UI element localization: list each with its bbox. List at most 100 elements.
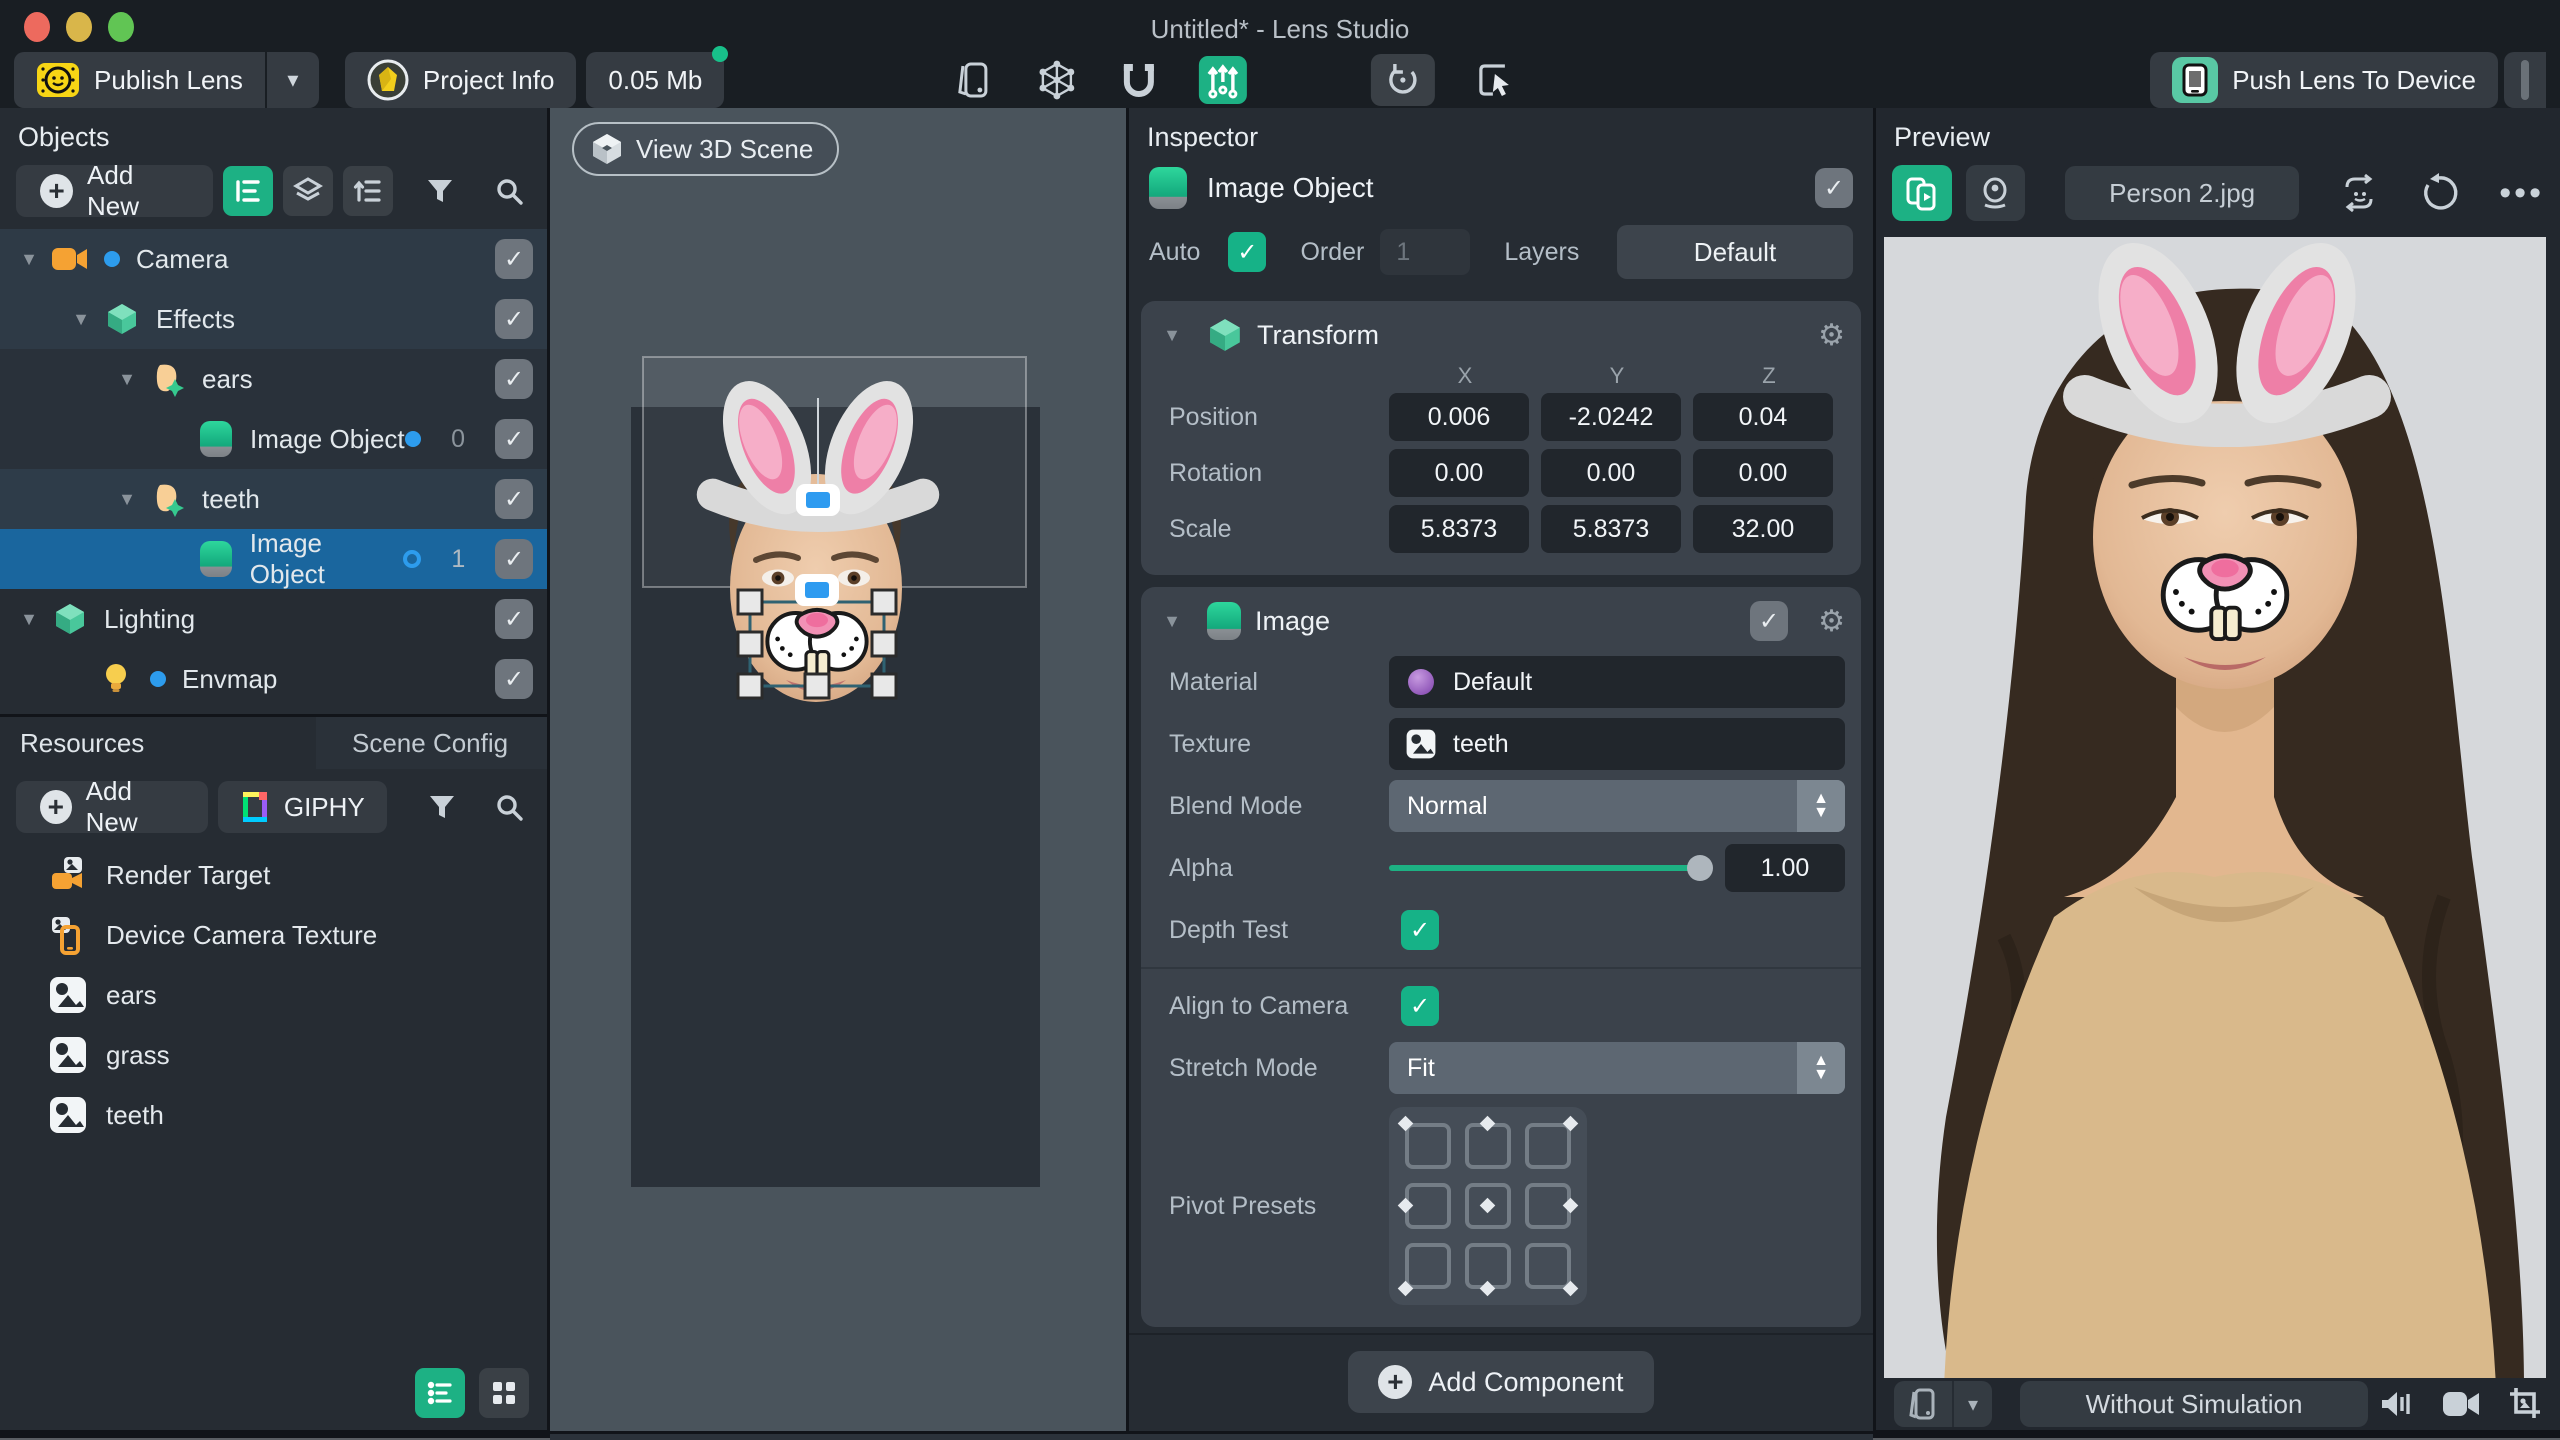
list-view-icon[interactable] [223, 166, 274, 216]
resource-render-target[interactable]: Render Target [0, 845, 547, 905]
disclosure-triangle-icon[interactable]: ▼ [112, 489, 142, 510]
disclosure-triangle-icon[interactable]: ▼ [1157, 611, 1187, 632]
media-preview-mode-icon[interactable] [1892, 165, 1952, 221]
material-field[interactable]: Default [1389, 656, 1845, 708]
alpha-slider-knob[interactable] [1687, 855, 1713, 881]
pivot-top-right[interactable] [1525, 1123, 1571, 1169]
tree-row-camera[interactable]: ▼ Camera ✓ [0, 229, 547, 289]
enabled-checkbox[interactable]: ✓ [495, 659, 533, 699]
view-3d-scene-button[interactable]: View 3D Scene [572, 122, 840, 176]
scale-z-input[interactable]: 32.00 [1693, 505, 1833, 553]
mesh-visualization-icon[interactable] [1035, 58, 1079, 102]
scale-x-input[interactable]: 5.8373 [1389, 505, 1529, 553]
pivot-bottom-left[interactable] [1405, 1243, 1451, 1289]
device-selector-chevron[interactable]: ▾ [1952, 1381, 1992, 1428]
enabled-checkbox[interactable]: ✓ [495, 299, 533, 339]
preview-more-menu-icon[interactable]: ••• [2499, 174, 2544, 213]
dropdown-stepper-icon[interactable]: ▲ ▼ [1797, 780, 1845, 832]
publish-lens-button[interactable]: Publish Lens [14, 52, 265, 108]
audio-mute-icon[interactable] [2378, 1387, 2414, 1421]
filter-icon[interactable] [417, 168, 462, 214]
project-info-button[interactable]: Project Info [344, 52, 577, 108]
resource-grass[interactable]: grass [0, 1025, 547, 1085]
layers-default-button[interactable]: Default [1617, 225, 1853, 279]
tree-row-effects[interactable]: ▼ Effects ✓ [0, 289, 547, 349]
depth-test-checkbox[interactable]: ✓ [1401, 910, 1439, 950]
stretch-mode-dropdown[interactable]: Fit ▲ ▼ [1389, 1042, 1845, 1094]
enabled-checkbox[interactable]: ✓ [495, 359, 533, 399]
reset-lens-icon[interactable] [1370, 54, 1435, 106]
snapshot-crop-icon[interactable] [2508, 1386, 2542, 1422]
tab-resources[interactable]: Resources [0, 717, 316, 769]
image-enabled-checkbox[interactable]: ✓ [1750, 601, 1789, 641]
preview-device-selector[interactable]: ▾ [1894, 1381, 1993, 1428]
preview-source-button[interactable]: Person 2.jpg [2065, 166, 2300, 220]
align-to-camera-checkbox[interactable]: ✓ [1401, 986, 1439, 1026]
enabled-checkbox[interactable]: ✓ [495, 539, 533, 579]
disclosure-triangle-icon[interactable]: ▼ [66, 309, 96, 330]
project-size-button[interactable]: 0.05 Mb [586, 52, 725, 108]
tab-scene-config[interactable]: Scene Config [316, 717, 547, 769]
filter-icon[interactable] [421, 784, 464, 830]
enabled-checkbox[interactable]: ✓ [495, 239, 533, 279]
magnet-snapping-icon[interactable] [1117, 58, 1161, 102]
record-video-icon[interactable] [2442, 1390, 2480, 1418]
pivot-middle-right[interactable] [1525, 1183, 1571, 1229]
add-component-button[interactable]: + Add Component [1348, 1351, 1654, 1413]
resources-list-view-icon[interactable] [415, 1368, 465, 1418]
device-simulation-icon[interactable] [953, 58, 997, 102]
tree-row-lighting[interactable]: ▼ Lighting ✓ [0, 589, 547, 649]
pivot-bottom-right[interactable] [1525, 1243, 1571, 1289]
enabled-checkbox[interactable]: ✓ [495, 599, 533, 639]
resources-add-new-button[interactable]: + Add New [16, 776, 208, 837]
gear-icon[interactable]: ⚙ [1818, 604, 1845, 639]
push-lens-to-device-button[interactable]: Push Lens To Device [2150, 52, 2498, 108]
simulation-mode-dropdown[interactable]: Without Simulation [2020, 1381, 2368, 1428]
publish-options-chevron[interactable]: ▾ [266, 52, 319, 108]
gear-icon[interactable]: ⚙ [1818, 318, 1845, 353]
alpha-slider[interactable] [1389, 855, 1713, 881]
resource-teeth[interactable]: teeth [0, 1085, 547, 1145]
tree-row-teeth[interactable]: ▼ teeth ✓ [0, 469, 547, 529]
search-icon[interactable] [486, 168, 531, 214]
scene-viewport[interactable]: View 3D Scene [550, 108, 1126, 1431]
pivot-bottom-center[interactable] [1465, 1243, 1511, 1289]
rotation-z-input[interactable]: 0.00 [1693, 449, 1833, 497]
swap-face-icon[interactable] [2339, 173, 2379, 213]
reset-preview-icon[interactable] [2419, 173, 2459, 213]
pivot-center[interactable] [1465, 1183, 1511, 1229]
disclosure-triangle-icon[interactable]: ▼ [1157, 325, 1187, 346]
position-y-input[interactable]: -2.0242 [1541, 393, 1681, 441]
position-x-input[interactable]: 0.006 [1389, 393, 1529, 441]
parameters-panel-icon[interactable] [1198, 56, 1247, 104]
order-input[interactable]: 1 [1380, 229, 1471, 275]
resource-device-camera-texture[interactable]: Device Camera Texture [0, 905, 547, 965]
tree-row-envmap[interactable]: Envmap ✓ [0, 649, 547, 709]
rotation-y-input[interactable]: 0.00 [1541, 449, 1681, 497]
object-enabled-checkbox[interactable]: ✓ [1815, 168, 1853, 208]
pivot-top-left[interactable] [1405, 1123, 1451, 1169]
dropdown-stepper-icon[interactable]: ▲ ▼ [1797, 1042, 1845, 1094]
cursor-select-icon[interactable] [1473, 58, 1517, 102]
hierarchy-sort-icon[interactable] [343, 166, 394, 216]
scale-y-input[interactable]: 5.8373 [1541, 505, 1681, 553]
resources-grid-view-icon[interactable] [479, 1368, 529, 1418]
blend-mode-dropdown[interactable]: Normal ▲ ▼ [1389, 780, 1845, 832]
pivot-middle-left[interactable] [1405, 1183, 1451, 1229]
tree-row-image-object-ears[interactable]: Image Object 0 ✓ [0, 409, 547, 469]
enabled-checkbox[interactable]: ✓ [495, 479, 533, 519]
preview-render[interactable] [1884, 237, 2546, 1379]
enabled-checkbox[interactable]: ✓ [495, 419, 533, 459]
tree-row-ears[interactable]: ▼ ears ✓ [0, 349, 547, 409]
rotation-x-input[interactable]: 0.00 [1389, 449, 1529, 497]
giphy-button[interactable]: GIPHY [217, 781, 387, 833]
disclosure-triangle-icon[interactable]: ▼ [14, 609, 44, 630]
auto-checkbox[interactable]: ✓ [1228, 232, 1267, 272]
objects-add-new-button[interactable]: + Add New [16, 160, 214, 221]
disclosure-triangle-icon[interactable]: ▼ [14, 249, 44, 270]
texture-field[interactable]: teeth [1389, 718, 1845, 770]
webcam-preview-mode-icon[interactable] [1965, 165, 2025, 221]
search-icon[interactable] [488, 784, 531, 830]
alpha-value-input[interactable]: 1.00 [1725, 844, 1845, 892]
device-list-partial-button[interactable] [2504, 52, 2546, 108]
